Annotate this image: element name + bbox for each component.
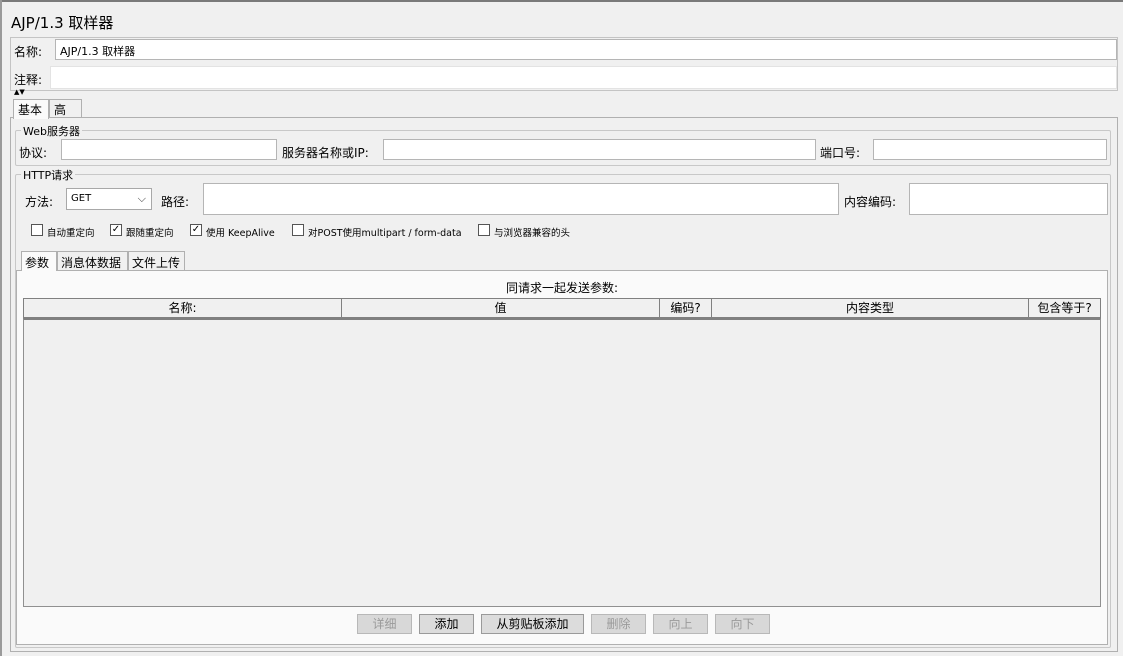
port-input[interactable] xyxy=(873,139,1107,160)
comment-label: 注释: xyxy=(14,73,43,87)
port-label: 端口号: xyxy=(820,146,861,160)
auto-redirect-label: 自动重定向 xyxy=(47,228,95,239)
comment-field[interactable] xyxy=(50,66,1117,89)
column-header-encode[interactable]: 编码? xyxy=(660,299,712,317)
server-name-label: 服务器名称或IP: xyxy=(282,146,369,160)
method-value: GET xyxy=(71,193,92,204)
column-header-name[interactable]: 名称: xyxy=(24,299,342,317)
protocol-input[interactable] xyxy=(61,139,277,160)
content-encoding-input[interactable] xyxy=(909,183,1108,215)
keepalive-checkbox[interactable]: ✓ xyxy=(190,224,202,236)
splitter-arrows-icon[interactable]: ▲▼ xyxy=(14,89,25,96)
parameters-panel: 同请求一起发送参数: 名称: 值 编码? 内容类型 包含等于? 详细 添加 从剪… xyxy=(16,270,1108,645)
name-field[interactable]: AJP/1.3 取样器 xyxy=(55,39,1117,60)
page-title: AJP/1.3 取样器 xyxy=(11,14,114,32)
server-name-input[interactable] xyxy=(383,139,816,160)
tab-basic[interactable]: 基本 xyxy=(13,99,49,119)
tab-body-data[interactable]: 消息体数据 xyxy=(57,251,128,271)
content-encoding-label: 内容编码: xyxy=(844,195,897,209)
web-server-group-title: Web服务器 xyxy=(21,123,82,139)
tab-file-upload[interactable]: 文件上传 xyxy=(128,251,185,271)
window-left-border xyxy=(0,0,2,656)
path-input[interactable] xyxy=(203,183,839,215)
move-down-button[interactable]: 向下 xyxy=(715,614,770,634)
keepalive-label: 使用 KeepAlive xyxy=(206,228,275,239)
add-button[interactable]: 添加 xyxy=(419,614,474,634)
header-panel: 名称: AJP/1.3 取样器 注释: xyxy=(10,37,1118,91)
details-button[interactable]: 详细 xyxy=(357,614,412,634)
follow-redirect-label: 跟随重定向 xyxy=(126,228,174,239)
delete-button[interactable]: 删除 xyxy=(591,614,646,634)
multipart-checkbox[interactable] xyxy=(292,224,304,236)
follow-redirect-checkbox[interactable]: ✓ xyxy=(110,224,122,236)
method-label: 方法: xyxy=(25,195,54,209)
method-select[interactable]: GET ⌵ xyxy=(66,188,152,210)
move-up-button[interactable]: 向上 xyxy=(653,614,708,634)
protocol-label: 协议: xyxy=(19,146,48,160)
name-label: 名称: xyxy=(14,45,43,59)
window-top-border xyxy=(0,0,1123,2)
chevron-down-icon: ⌵ xyxy=(137,192,146,205)
http-request-group-title: HTTP请求 xyxy=(21,167,76,183)
auto-redirect-checkbox[interactable] xyxy=(31,224,43,236)
browser-headers-checkbox[interactable] xyxy=(478,224,490,236)
multipart-label: 对POST使用multipart / form-data xyxy=(308,228,462,239)
parameters-table-header: 名称: 值 编码? 内容类型 包含等于? xyxy=(23,298,1101,318)
tab-parameters[interactable]: 参数 xyxy=(21,251,57,271)
column-header-value[interactable]: 值 xyxy=(342,299,660,317)
path-label: 路径: xyxy=(161,195,190,209)
tab-advanced[interactable]: 高级 xyxy=(49,99,82,134)
browser-headers-label: 与浏览器兼容的头 xyxy=(494,228,571,239)
column-header-include-equals[interactable]: 包含等于? xyxy=(1029,299,1100,317)
parameters-caption: 同请求一起发送参数: xyxy=(505,281,619,295)
add-from-clipboard-button[interactable]: 从剪贴板添加 xyxy=(481,614,584,634)
column-header-content-type[interactable]: 内容类型 xyxy=(712,299,1029,317)
parameters-table-body[interactable] xyxy=(23,318,1101,607)
